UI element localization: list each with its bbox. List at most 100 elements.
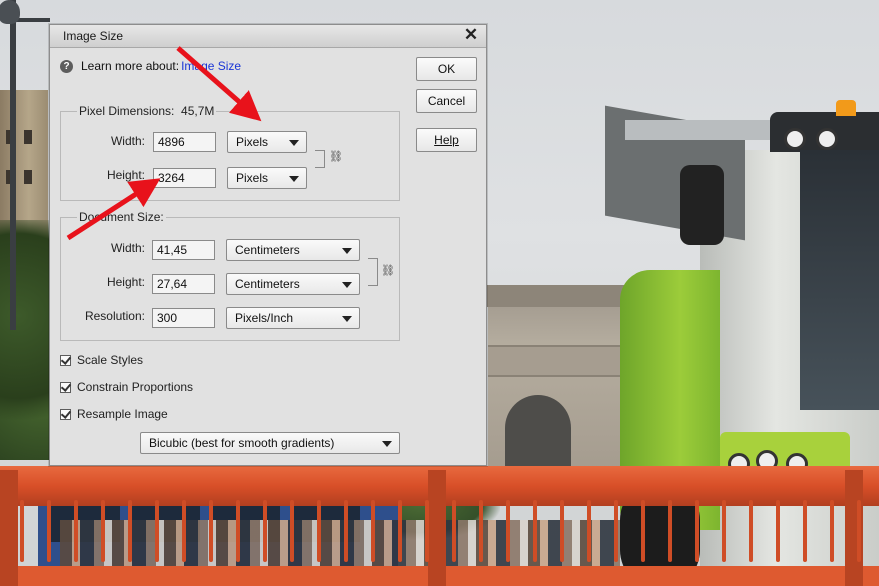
pixel-dimensions-title: Pixel Dimensions: — [79, 104, 175, 118]
header-tine — [236, 500, 240, 562]
header-tine — [371, 500, 375, 562]
pixel-width-unit-value: Pixels — [236, 135, 269, 149]
help-button-label: Help — [434, 133, 459, 147]
header-tine — [857, 500, 861, 562]
pixel-width-input[interactable] — [153, 132, 216, 152]
scale-styles-row[interactable]: Scale Styles — [60, 353, 143, 367]
header-tine — [128, 500, 132, 562]
combine-mirror — [680, 165, 724, 245]
pixel-dimensions-group: Pixel Dimensions: 45,7M Width: Pixels He… — [60, 104, 400, 201]
header-tine — [155, 500, 159, 562]
header-tine — [263, 500, 267, 562]
header-tine — [803, 500, 807, 562]
pixel-link-bracket — [315, 150, 325, 168]
header-tine — [776, 500, 780, 562]
constrain-proportions-row[interactable]: Constrain Proportions — [60, 380, 193, 394]
scale-styles-label: Scale Styles — [77, 353, 144, 367]
doc-height-unit-value: Centimeters — [235, 277, 300, 291]
chevron-down-icon — [342, 248, 352, 254]
doc-width-unit-select[interactable]: Centimeters — [226, 239, 360, 261]
constrain-proportions-label: Constrain Proportions — [77, 380, 194, 394]
resample-image-checkbox[interactable] — [60, 408, 71, 420]
pixel-width-label: Width: — [110, 134, 145, 148]
learn-more-link[interactable]: Image Size — [181, 59, 241, 73]
header-tine — [74, 500, 78, 562]
header-tine — [533, 500, 537, 562]
header-tine — [668, 500, 672, 562]
pixel-width-unit-select[interactable]: Pixels — [227, 131, 307, 153]
pixel-dimensions-size: 45,7M — [181, 104, 215, 118]
link-chain-icon: ⛓ — [381, 265, 395, 277]
doc-height-label: Height: — [106, 275, 145, 289]
image-size-dialog: Image Size ✕ ? Learn more about: Image S… — [49, 24, 487, 466]
chevron-down-icon — [342, 316, 352, 322]
scale-styles-checkbox[interactable] — [60, 354, 71, 366]
pixel-dimensions-label: Pixel Dimensions: 45,7M — [77, 104, 217, 118]
street-lamp-pole — [10, 0, 16, 330]
combine-headlight — [784, 128, 806, 150]
resolution-unit-value: Pixels/Inch — [235, 311, 294, 325]
close-icon[interactable]: ✕ — [462, 26, 480, 44]
header-tine — [830, 500, 834, 562]
header-tine — [641, 500, 645, 562]
dialog-titlebar[interactable]: Image Size ✕ — [50, 25, 486, 48]
pixel-height-input[interactable] — [153, 168, 216, 188]
header-tine — [209, 500, 213, 562]
document-size-label: Document Size: — [77, 210, 166, 224]
header-tine — [317, 500, 321, 562]
link-chain-icon: ⛓ — [329, 151, 343, 163]
combine-cab-glass — [800, 150, 879, 410]
resample-method-value: Bicubic (best for smooth gradients) — [149, 436, 335, 450]
building-window — [24, 130, 32, 144]
chevron-down-icon — [289, 176, 299, 182]
learn-more: ? Learn more about: Image Size — [60, 59, 241, 73]
header-tine — [749, 500, 753, 562]
header-tine — [452, 500, 456, 562]
header-tine — [101, 500, 105, 562]
combine-headlight — [816, 128, 838, 150]
header-tine — [182, 500, 186, 562]
help-circle-icon: ? — [60, 59, 73, 73]
header-tine — [614, 500, 618, 562]
constrain-proportions-checkbox[interactable] — [60, 381, 71, 393]
resample-method-select[interactable]: Bicubic (best for smooth gradients) — [140, 432, 400, 454]
learn-more-text: Learn more about: — [81, 59, 180, 73]
doc-width-unit-value: Centimeters — [235, 243, 300, 257]
doc-link-bracket — [368, 258, 378, 286]
pixel-height-unit-value: Pixels — [236, 171, 269, 185]
resample-image-label: Resample Image — [77, 407, 168, 421]
resolution-unit-select[interactable]: Pixels/Inch — [226, 307, 360, 329]
help-button[interactable]: Help — [416, 128, 477, 152]
header-tine — [506, 500, 510, 562]
street-lamp-head — [0, 0, 20, 24]
cancel-button[interactable]: Cancel — [416, 89, 477, 113]
header-tine — [479, 500, 483, 562]
dialog-title: Image Size — [63, 29, 124, 43]
header-post — [0, 470, 18, 586]
header-tine — [722, 500, 726, 562]
doc-height-unit-select[interactable]: Centimeters — [226, 273, 360, 295]
header-tine — [47, 500, 51, 562]
header-tine — [344, 500, 348, 562]
pixel-height-label: Height: — [106, 168, 145, 182]
pixel-height-unit-select[interactable]: Pixels — [227, 167, 307, 189]
header-tine — [560, 500, 564, 562]
doc-height-input[interactable] — [152, 274, 215, 294]
building-window — [24, 170, 32, 184]
resample-image-row[interactable]: Resample Image — [60, 407, 168, 421]
header-post — [428, 470, 446, 586]
header-tine — [290, 500, 294, 562]
resolution-label: Resolution: — [84, 309, 145, 323]
header-tine — [20, 500, 24, 562]
resolution-input[interactable] — [152, 308, 215, 328]
chevron-down-icon — [382, 441, 392, 447]
document-size-group: Document Size: Width: Centimeters Height… — [60, 210, 400, 341]
chevron-down-icon — [342, 282, 352, 288]
combine-beacon — [836, 100, 856, 116]
doc-width-label: Width: — [110, 241, 145, 255]
chevron-down-icon — [289, 140, 299, 146]
header-tine — [425, 500, 429, 562]
header-tine — [587, 500, 591, 562]
ok-button[interactable]: OK — [416, 57, 477, 81]
doc-width-input[interactable] — [152, 240, 215, 260]
